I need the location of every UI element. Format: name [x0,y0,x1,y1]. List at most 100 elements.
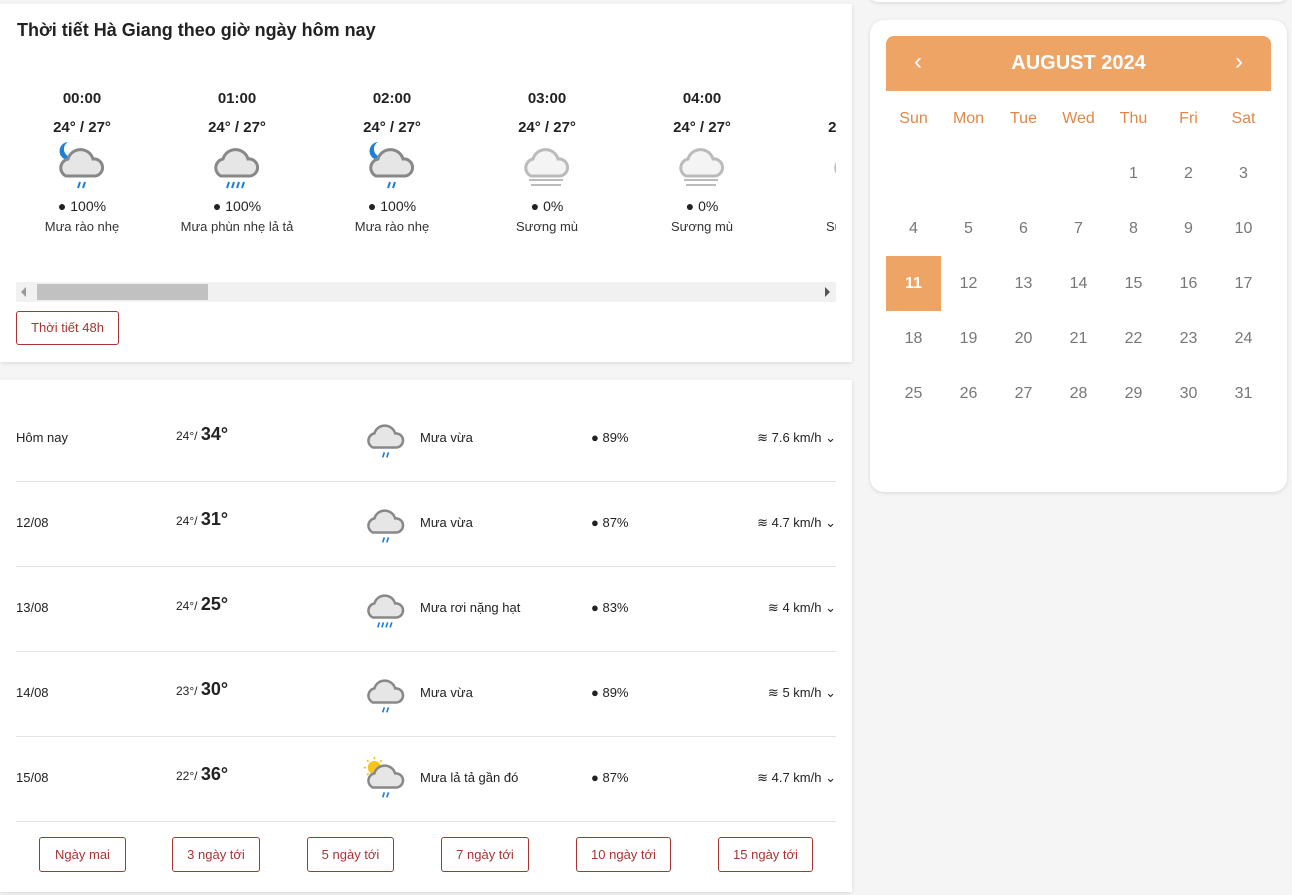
daily-row[interactable]: 12/08 24°/ 31° Mưa vừa ● 87% ≋ 4.7 km/h … [16,481,836,567]
chevron-down-icon[interactable]: ⌄ [825,430,836,445]
day-label: 15/08 [16,770,49,785]
calendar-day[interactable]: 26 [941,366,996,421]
sun-cloud-rain-icon [361,756,411,807]
calendar-day[interactable]: 9 [1161,201,1216,256]
hour-temp: 24° / 27° [53,119,111,136]
calendar-day[interactable]: 22 [1106,311,1161,366]
day-wind: ≋ 4.7 km/h ⌄ [757,770,836,785]
day-wind: ≋ 7.6 km/h ⌄ [757,430,836,445]
scroll-left-icon[interactable] [21,287,26,297]
calendar-day[interactable]: 20 [996,311,1051,366]
chevron-down-icon[interactable]: ⌄ [825,515,836,530]
chevron-down-icon[interactable]: ⌄ [825,600,836,615]
weekday-label: Sun [899,110,928,127]
weekday-label: Fri [1179,110,1198,127]
day-precip: ● 87% [591,770,629,785]
daily-row[interactable]: Hôm nay 24°/ 34° Mưa vừa ● 89% ≋ 7.6 km/… [16,396,836,482]
hour-temp: 24° / 27° [208,119,266,136]
day-label: 13/08 [16,600,49,615]
hour-time: 00:00 [62,90,102,107]
calendar-day[interactable]: 15 [1106,256,1161,311]
calendar-day[interactable]: 21 [1051,311,1106,366]
calendar-day[interactable]: 31 [1216,366,1271,421]
calendar-day[interactable]: 16 [1161,256,1216,311]
hour-desc: Mưa rào nhẹ [354,219,430,234]
calendar-day[interactable]: 29 [1106,366,1161,421]
wind-icon: ≋ [767,685,779,700]
calendar-day[interactable]: 8 [1106,201,1161,256]
scrollbar-thumb[interactable] [37,284,208,300]
calendar-day[interactable]: 18 [886,311,941,366]
hour-desc: Sương mù [670,219,734,234]
moon-cloud-rain-icon [2,138,162,198]
daily-row[interactable]: 13/08 24°/ 25° Mưa rơi nặng hạt ● 83% ≋ … [16,566,836,652]
weather-48h-button[interactable]: Thời tiết 48h [16,311,119,345]
calendar-day[interactable]: 13 [996,256,1051,311]
day-label: Hôm nay [16,430,69,445]
calendar-day[interactable]: 24 [1216,311,1271,366]
hourly-item: 01:00 24° / 27° ● 100% Mưa phùn nhẹ lả t… [157,90,317,234]
forecast-range-button[interactable]: 10 ngày tới [576,837,671,872]
calendar-day[interactable]: 12 [941,256,996,311]
calendar-day[interactable]: 1 [1106,146,1161,201]
hour-precip: ● 100% [57,198,107,214]
hour-precip: ● 100% [367,198,417,214]
wind-icon: ≋ [757,430,768,445]
wind-icon: ≋ [757,770,768,785]
weekday-label: Tue [1010,110,1037,127]
calendar-day[interactable]: 30 [1161,366,1216,421]
hour-time: 02:00 [372,90,412,107]
day-wind: ≋ 4.7 km/h ⌄ [757,515,836,530]
daily-card: Hôm nay 24°/ 34° Mưa vừa ● 89% ≋ 7.6 km/… [0,380,852,892]
fog-icon [622,138,782,198]
hour-precip: ● 0% [777,198,836,214]
fog-icon [467,138,627,198]
calendar-month: AUGUST 2024 [1011,52,1146,74]
cloud-rain-icon [361,416,411,467]
scroll-right-icon[interactable] [825,287,830,297]
hourly-item: 04:00 24° / 27° ● 0% Sương mù [622,90,782,234]
weekday-label: Wed [1062,110,1095,127]
calendar-day[interactable]: 25 [886,366,941,421]
forecast-range-button[interactable]: 3 ngày tới [172,837,260,872]
hourly-item: 00:00 24° / 27° ● 100% Mưa rào nhẹ [2,90,162,234]
day-desc: Mưa rơi nặng hạt [420,600,521,615]
forecast-range-button[interactable]: 7 ngày tới [441,837,529,872]
calendar-day[interactable]: 3 [1216,146,1271,201]
hour-precip: ● 100% [212,198,262,214]
calendar-day[interactable]: 2 [1161,146,1216,201]
cloud-heavy-rain-icon [361,586,411,637]
calendar-day[interactable]: 17 [1216,256,1271,311]
day-precip: ● 89% [591,685,629,700]
calendar-day[interactable]: 28 [1051,366,1106,421]
calendar-header: ‹ AUGUST 2024 › [886,36,1271,91]
daily-row[interactable]: 14/08 23°/ 30° Mưa vừa ● 89% ≋ 5 km/h ⌄ [16,651,836,737]
hourly-item: 03:00 24° / 27° ● 0% Sương mù [467,90,627,234]
forecast-range-button[interactable]: 5 ngày tới [307,837,394,872]
next-month-button[interactable]: › [1235,48,1243,76]
daily-row[interactable]: 15/08 22°/ 36° Mưa lả tả gần đó ● 87% ≋ … [16,736,836,822]
day-desc: Mưa vừa [420,515,473,530]
chevron-down-icon[interactable]: ⌄ [825,685,836,700]
calendar-day[interactable]: 23 [1161,311,1216,366]
weekday-label: Thu [1119,110,1148,127]
calendar-day[interactable]: 14 [1051,256,1106,311]
calendar-day[interactable]: 4 [886,201,941,256]
calendar-day[interactable]: 27 [996,366,1051,421]
calendar-day[interactable]: 6 [996,201,1051,256]
horizontal-scrollbar[interactable] [16,282,836,302]
calendar-day[interactable]: 5 [941,201,996,256]
calendar: ‹ AUGUST 2024 › Sun Mon Tue Wed Thu Fri Sat 1 2 3… [870,20,1287,492]
day-precip: ● 83% [591,600,629,615]
day-desc: Mưa vừa [420,430,473,445]
day-temp: 24°/ 34° [176,424,229,444]
hour-temp: 24° / 27° [673,119,731,136]
day-wind: ≋ 4 km/h ⌄ [767,600,836,615]
calendar-day[interactable]: 19 [941,311,996,366]
forecast-range-button[interactable]: 15 ngày tới [718,837,813,872]
forecast-range-button[interactable]: Ngày mai [39,837,126,872]
calendar-day-selected[interactable]: 11 [886,256,941,311]
chevron-down-icon[interactable]: ⌄ [825,770,836,785]
calendar-day[interactable]: 10 [1216,201,1271,256]
calendar-day[interactable]: 7 [1051,201,1106,256]
